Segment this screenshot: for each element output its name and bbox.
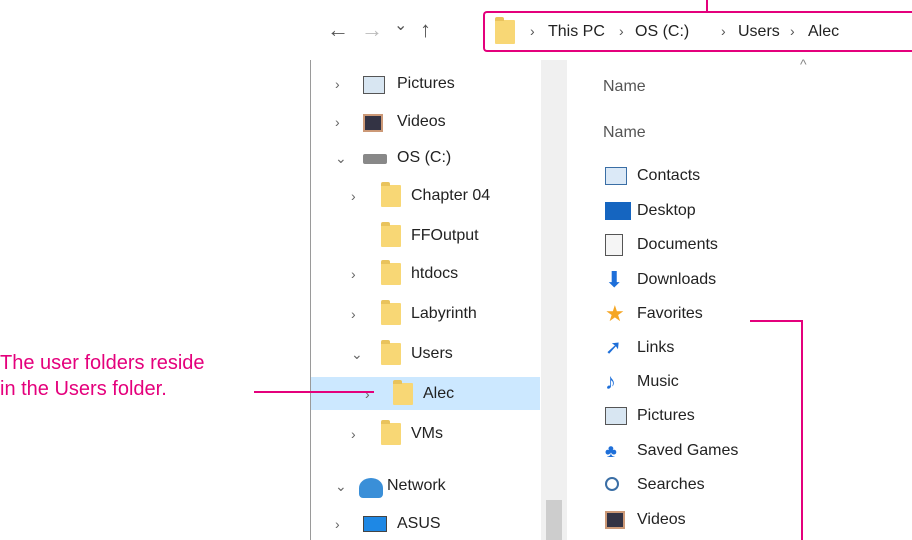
tree-item-label: htdocs <box>411 265 459 282</box>
tree-item-alec[interactable]: › Alec <box>335 378 535 410</box>
tree-item-label: Labyrinth <box>411 305 477 322</box>
file-item-label: Videos <box>637 511 686 528</box>
tree-item-chapter-04[interactable]: › Chapter 04 <box>335 180 535 212</box>
callout-line-2: in the Users folder. <box>0 378 167 400</box>
tree-item-label: Pictures <box>397 75 455 92</box>
recent-locations-icon[interactable]: ⌄ <box>394 14 407 38</box>
tree-item-asus[interactable]: › ASUS <box>335 508 535 540</box>
folder-icon <box>381 222 401 247</box>
chevron-right-icon[interactable]: › <box>335 508 349 540</box>
folder-icon <box>381 300 401 325</box>
nav-pane-scrollbar[interactable] <box>541 60 567 540</box>
network-icon <box>359 478 383 498</box>
chevron-right-icon[interactable]: › <box>335 106 349 138</box>
file-item-label: Links <box>637 339 675 356</box>
folder-icon <box>381 260 401 285</box>
folder-icon <box>381 420 401 445</box>
chevron-right-icon[interactable]: › <box>351 258 365 290</box>
search-icon <box>605 477 619 491</box>
callout-connector-horizontal <box>750 320 803 322</box>
callout-connector-left <box>254 391 374 393</box>
file-item-label: Saved Games <box>637 442 739 459</box>
breadcrumb-separator: › <box>790 23 795 39</box>
documents-icon <box>605 234 623 256</box>
forward-arrow-icon[interactable]: → <box>361 18 383 42</box>
chevron-right-icon[interactable]: › <box>351 298 365 330</box>
chevron-down-icon[interactable]: ⌄ <box>351 338 365 370</box>
game-controller-icon: ♣ <box>605 441 617 461</box>
music-note-icon: ♪ <box>605 369 616 394</box>
tree-item-label: Alec <box>423 385 455 402</box>
pictures-icon <box>363 76 385 94</box>
callout-connector-vertical <box>801 320 803 540</box>
tree-item-users[interactable]: ⌄ Users <box>335 338 535 370</box>
tree-item-label: Videos <box>397 113 446 130</box>
file-item-label: Favorites <box>637 305 703 322</box>
file-item-label: Contacts <box>637 167 701 184</box>
tree-item-label: Network <box>387 477 446 494</box>
computer-icon <box>363 516 387 532</box>
tree-item-os-c[interactable]: ⌄ OS (C:) <box>335 142 535 174</box>
callout-line-1: The user folders reside <box>0 352 205 374</box>
pictures-icon <box>605 407 627 425</box>
breadcrumb-users[interactable]: Users <box>738 23 780 41</box>
file-item-label: Documents <box>637 236 718 253</box>
videos-icon <box>363 114 383 132</box>
tree-item-pictures[interactable]: › Pictures <box>335 68 535 100</box>
file-item-label: Downloads <box>637 271 717 288</box>
breadcrumb-separator: › <box>530 23 535 39</box>
breadcrumb-os-c[interactable]: OS (C:) <box>635 23 689 41</box>
tree-item-label: Chapter 04 <box>411 187 491 204</box>
desktop-icon <box>605 202 631 220</box>
videos-icon <box>605 511 625 529</box>
tree-item-network[interactable]: ⌄ Network <box>335 470 535 502</box>
star-icon: ★ <box>605 301 625 326</box>
breadcrumb-separator: › <box>619 23 624 39</box>
folder-icon <box>381 182 401 207</box>
chevron-right-icon[interactable]: › <box>335 68 349 100</box>
tree-item-vms[interactable]: › VMs <box>335 418 535 450</box>
folder-icon <box>381 340 401 365</box>
tree-item-ffoutput[interactable]: FFOutput <box>335 220 535 252</box>
callout-users-folder: The user folders reside in the Users fol… <box>0 350 300 400</box>
up-arrow-icon[interactable]: ↑ <box>420 18 431 42</box>
chevron-down-icon[interactable]: ⌄ <box>335 470 349 502</box>
drive-icon <box>363 154 387 164</box>
back-arrow-icon[interactable]: ← <box>327 18 349 42</box>
scrollbar-thumb[interactable] <box>546 500 562 540</box>
chevron-right-icon[interactable]: › <box>351 180 365 212</box>
tree-item-videos[interactable]: › Videos <box>335 106 535 138</box>
address-bar[interactable]: › This PC › OS (C:) › Users › Alec <box>483 11 912 52</box>
file-item-label: Searches <box>637 476 705 493</box>
breadcrumb-alec[interactable]: Alec <box>808 23 839 41</box>
downloads-icon: ⬇ <box>605 267 624 292</box>
chevron-down-icon[interactable]: ⌄ <box>335 142 349 174</box>
file-item-label: Music <box>637 373 679 390</box>
breadcrumb-this-pc[interactable]: This PC <box>548 23 605 41</box>
chevron-right-icon[interactable]: › <box>365 378 379 410</box>
folder-icon <box>393 380 413 405</box>
column-header-name[interactable]: Name <box>603 78 646 96</box>
sort-ascending-icon[interactable]: ^ <box>800 56 807 72</box>
tree-item-label: Users <box>411 345 453 362</box>
tree-item-labyrinth[interactable]: › Labyrinth <box>335 298 535 330</box>
tree-item-label: OS (C:) <box>397 149 452 166</box>
folder-icon <box>495 17 515 44</box>
tree-item-label: FFOutput <box>411 227 479 244</box>
chevron-right-icon[interactable]: › <box>351 418 365 450</box>
contacts-icon <box>605 167 627 185</box>
tree-item-htdocs[interactable]: › htdocs <box>335 258 535 290</box>
link-arrow-icon: ➚ <box>605 337 622 359</box>
breadcrumb-separator: › <box>721 23 726 39</box>
file-item-label: Pictures <box>637 407 695 424</box>
file-item-label: Desktop <box>637 202 696 219</box>
tree-item-label: VMs <box>411 425 443 442</box>
tree-item-label: ASUS <box>397 515 441 532</box>
callout-connector-top <box>706 0 708 12</box>
navigation-pane: ^ › Pictures › Videos ⌄ OS (C:) › Chapte… <box>311 60 550 540</box>
content-pane: ^ Name Name Contacts Desktop Documents ⬇… <box>567 56 912 540</box>
column-header-name[interactable]: Name <box>603 124 646 142</box>
